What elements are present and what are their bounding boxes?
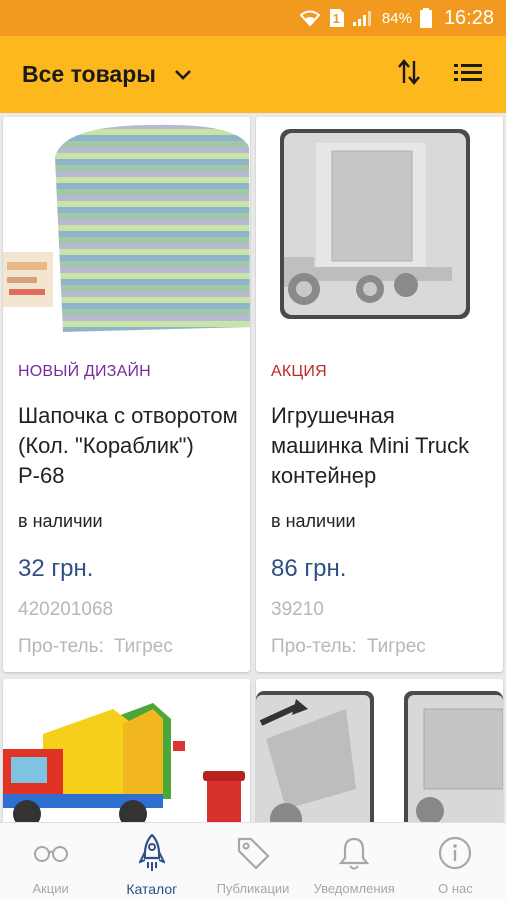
nav-item-promotions[interactable]: Акции [0,823,101,900]
product-sku: 420201068 [18,599,114,620]
product-image [3,679,250,822]
list-view-icon[interactable] [454,63,482,86]
nav-label: Публикации [216,881,290,896]
tag-icon [236,833,270,873]
manufacturer-label: Про-тель: [271,636,357,657]
nav-label: Акции [32,881,69,896]
rocket-icon [138,833,165,873]
product-image [256,679,503,822]
product-card[interactable] [3,679,250,822]
status-bar: 1 84% 16:28 [0,0,506,36]
wifi-icon [299,9,321,27]
manufacturer: Про-тель: Тигрес [18,636,173,658]
product-title: Игрушечная машинка Mini Truck контейнер [271,403,470,488]
product-title: Шапочка с отворотом (Кол. "Кораблик") Р-… [18,403,238,488]
product-grid: НОВЫЙ ДИЗАЙН Шапочка с отворотом (Кол. "… [0,113,506,822]
product-card[interactable]: АКЦИЯ Игрушечная машинка Mini Truck конт… [256,117,503,672]
status-time: 16:28 [443,6,494,29]
product-image [256,117,503,342]
product-price: 32 грн. [18,555,94,582]
battery-icon [419,8,432,28]
stock-status: в наличии [271,511,356,531]
battery-percent: 84% [381,9,412,27]
sort-icon[interactable] [398,59,420,90]
product-sku: 39210 [271,599,324,620]
product-tag: НОВЫЙ ДИЗАЙН [18,363,151,380]
manufacturer-name: Тигрес [113,636,173,657]
info-icon [438,833,472,873]
app-bar: Все товары [0,36,506,113]
nav-item-publications[interactable]: Публикации [202,823,303,900]
signal-icon [352,9,374,27]
bottom-navigation: Акции Каталог Публикации Уведомления О н… [0,822,506,900]
nav-label: Уведомления [313,881,395,896]
nav-label: О нас [438,881,473,896]
manufacturer-name: Тигрес [366,636,426,657]
nav-label: Каталог [126,881,178,897]
page-title[interactable]: Все товары [22,61,156,88]
product-image [3,117,250,342]
nav-item-notifications[interactable]: Уведомления [304,823,405,900]
sim-icon: 1 [329,8,352,28]
bell-icon [339,833,370,873]
product-card[interactable]: НОВЫЙ ДИЗАЙН Шапочка с отворотом (Кол. "… [3,117,250,672]
stock-status: в наличии [18,511,103,531]
glasses-icon [33,833,69,873]
nav-item-catalog[interactable]: Каталог [101,823,202,900]
product-tag: АКЦИЯ [271,363,327,380]
product-card[interactable] [256,679,503,822]
chevron-down-icon[interactable] [174,69,192,81]
manufacturer: Про-тель: Тигрес [271,636,426,658]
manufacturer-label: Про-тель: [18,636,104,657]
product-price: 86 грн. [271,555,347,582]
nav-item-about[interactable]: О нас [405,823,506,900]
